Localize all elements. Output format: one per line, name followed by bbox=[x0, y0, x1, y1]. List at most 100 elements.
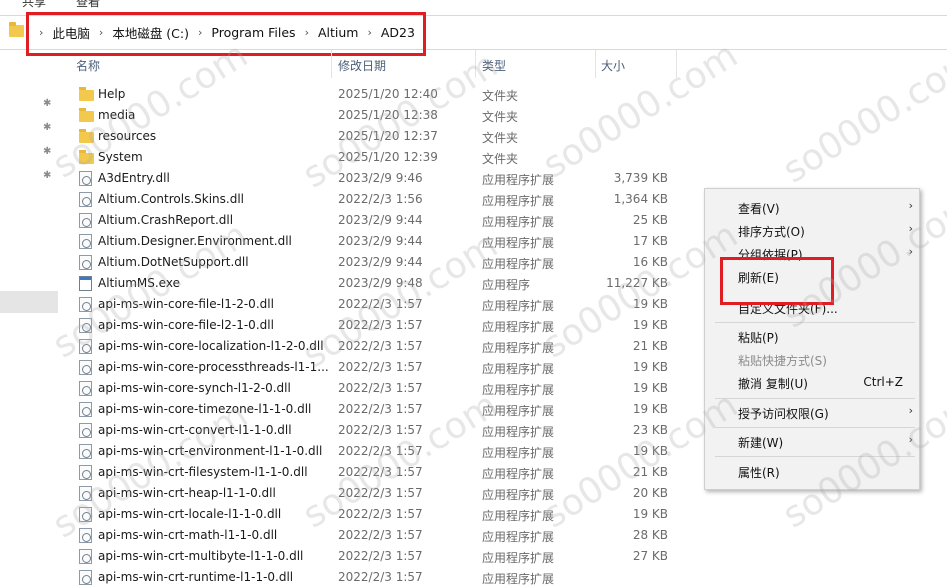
list-item[interactable]: api-ms-win-crt-filesystem-l1-1-0.dll 2022… bbox=[0, 462, 700, 483]
file-type: 应用程序扩展 bbox=[482, 194, 555, 208]
list-item[interactable]: api-ms-win-core-synch-l1-2-0.dll 2022/2/3… bbox=[0, 378, 700, 399]
menu-item-undo-copy[interactable]: 撤消 复制(U) bbox=[738, 375, 808, 392]
tab-view[interactable]: 查看 bbox=[76, 0, 100, 10]
file-name[interactable]: api-ms-win-crt-filesystem-l1-1-0.dll bbox=[98, 465, 308, 479]
file-date: 2022/2/3 1:57 bbox=[338, 297, 423, 311]
file-name[interactable]: api-ms-win-crt-multibyte-l1-1-0.dll bbox=[98, 549, 303, 563]
list-item[interactable]: Altium.DotNetSupport.dll 2023/2/9 9:44 应用程… bbox=[0, 252, 700, 273]
folder-icon bbox=[79, 150, 94, 164]
menu-item-properties[interactable]: 属性(R) bbox=[738, 464, 780, 481]
file-date: 2022/2/3 1:57 bbox=[338, 486, 423, 500]
tab-share[interactable]: 共享 bbox=[22, 0, 46, 10]
menu-item-give-access[interactable]: 授予访问权限(G) bbox=[738, 405, 829, 422]
menu-item-paste[interactable]: 粘贴(P) bbox=[738, 329, 779, 346]
menu-divider bbox=[715, 322, 915, 323]
list-item[interactable]: api-ms-win-core-localization-l1-2-0.dll 2… bbox=[0, 336, 700, 357]
file-name[interactable]: api-ms-win-crt-convert-l1-1-0.dll bbox=[98, 423, 292, 437]
list-item[interactable]: Altium.Designer.Environment.dll 2023/2/9 … bbox=[0, 231, 700, 252]
dll-file-icon bbox=[79, 465, 92, 480]
menu-divider bbox=[715, 456, 915, 457]
file-name[interactable]: api-ms-win-crt-heap-l1-1-0.dll bbox=[98, 486, 276, 500]
column-header-size[interactable]: 大小 bbox=[601, 57, 625, 74]
file-name[interactable]: AltiumMS.exe bbox=[98, 276, 180, 290]
dll-file-icon bbox=[79, 507, 92, 522]
file-name[interactable]: api-ms-win-crt-environment-l1-1-0.dll bbox=[98, 444, 322, 458]
file-size: 19 KB bbox=[632, 402, 668, 416]
menu-item-view[interactable]: 查看(V) bbox=[738, 200, 780, 217]
file-name[interactable]: Altium.Designer.Environment.dll bbox=[98, 234, 292, 248]
file-date: 2023/2/9 9:44 bbox=[338, 234, 423, 248]
list-item[interactable]: Help 2025/1/20 12:40 文件夹 bbox=[0, 84, 700, 105]
column-header-date[interactable]: 修改日期 bbox=[338, 57, 386, 74]
file-name[interactable]: A3dEntry.dll bbox=[98, 171, 170, 185]
list-item[interactable]: media 2025/1/20 12:38 文件夹 bbox=[0, 105, 700, 126]
file-name[interactable]: api-ms-win-core-file-l2-1-0.dll bbox=[98, 318, 274, 332]
dll-file-icon bbox=[79, 192, 92, 207]
column-divider[interactable] bbox=[475, 50, 476, 78]
file-size: 25 KB bbox=[632, 213, 668, 227]
file-name[interactable]: api-ms-win-core-processthreads-l1-1... bbox=[98, 360, 329, 374]
list-item[interactable]: AltiumMS.exe 2023/2/9 9:48 应用程序 11,227 KB bbox=[0, 273, 700, 294]
watermark: so0000.com bbox=[775, 39, 947, 192]
file-name[interactable]: api-ms-win-core-synch-l1-2-0.dll bbox=[98, 381, 291, 395]
file-size: 27 KB bbox=[632, 549, 668, 563]
file-name[interactable]: Help bbox=[98, 87, 125, 101]
column-divider[interactable] bbox=[595, 50, 596, 78]
column-header-type[interactable]: 类型 bbox=[482, 57, 506, 74]
list-item[interactable]: resources 2025/1/20 12:37 文件夹 bbox=[0, 126, 700, 147]
list-item[interactable]: api-ms-win-crt-math-l1-1-0.dll 2022/2/3 1… bbox=[0, 525, 700, 546]
column-divider[interactable] bbox=[676, 50, 677, 78]
file-size: 3,739 KB bbox=[613, 171, 668, 185]
dll-file-icon bbox=[79, 444, 92, 459]
file-type: 应用程序扩展 bbox=[482, 509, 555, 523]
list-item[interactable]: api-ms-win-crt-convert-l1-1-0.dll 2022/2/… bbox=[0, 420, 700, 441]
file-type: 文件夹 bbox=[482, 89, 519, 103]
file-date: 2025/1/20 12:40 bbox=[338, 87, 438, 101]
file-size: 20 KB bbox=[632, 486, 668, 500]
menu-item-sort-by[interactable]: 排序方式(O) bbox=[738, 223, 805, 240]
file-date: 2022/2/3 1:57 bbox=[338, 339, 423, 353]
dll-file-icon bbox=[79, 255, 92, 270]
file-type: 应用程序扩展 bbox=[482, 425, 555, 439]
file-name[interactable]: resources bbox=[98, 129, 156, 143]
file-date: 2022/2/3 1:57 bbox=[338, 570, 423, 584]
list-item[interactable]: Altium.Controls.Skins.dll 2022/2/3 1:56 应用… bbox=[0, 189, 700, 210]
list-item[interactable]: Altium.CrashReport.dll 2023/2/9 9:44 应用程序扩… bbox=[0, 210, 700, 231]
file-name[interactable]: api-ms-win-crt-runtime-l1-1-0.dll bbox=[98, 570, 293, 584]
file-size: 1,364 KB bbox=[613, 192, 668, 206]
menu-item-new[interactable]: 新建(W) bbox=[738, 434, 783, 451]
file-type: 应用程序扩展 bbox=[482, 383, 555, 397]
file-name[interactable]: Altium.Controls.Skins.dll bbox=[98, 192, 244, 206]
file-size: 17 KB bbox=[632, 234, 668, 248]
file-date: 2023/2/9 9:48 bbox=[338, 276, 423, 290]
file-name[interactable]: Altium.DotNetSupport.dll bbox=[98, 255, 249, 269]
file-date: 2023/2/9 9:46 bbox=[338, 171, 423, 185]
column-divider[interactable] bbox=[331, 50, 332, 78]
file-name[interactable]: System bbox=[98, 150, 143, 164]
dll-file-icon bbox=[79, 297, 92, 312]
file-name[interactable]: api-ms-win-core-timezone-l1-1-0.dll bbox=[98, 402, 311, 416]
list-item[interactable]: api-ms-win-crt-environment-l1-1-0.dll 202… bbox=[0, 441, 700, 462]
file-type: 应用程序扩展 bbox=[482, 320, 555, 334]
file-size: 11,227 KB bbox=[606, 276, 668, 290]
list-item[interactable]: api-ms-win-core-timezone-l1-1-0.dll 2022/… bbox=[0, 399, 700, 420]
file-date: 2022/2/3 1:57 bbox=[338, 381, 423, 395]
file-date: 2022/2/3 1:57 bbox=[338, 549, 423, 563]
list-item[interactable]: api-ms-win-core-processthreads-l1-1... 20… bbox=[0, 357, 700, 378]
list-item[interactable]: api-ms-win-core-file-l1-2-0.dll 2022/2/3 … bbox=[0, 294, 700, 315]
file-name[interactable]: api-ms-win-core-localization-l1-2-0.dll bbox=[98, 339, 324, 353]
list-item[interactable]: api-ms-win-crt-locale-l1-1-0.dll 2022/2/3… bbox=[0, 504, 700, 525]
file-name[interactable]: media bbox=[98, 108, 135, 122]
list-item[interactable]: A3dEntry.dll 2023/2/9 9:46 应用程序扩展 3,739 KB bbox=[0, 168, 700, 189]
file-name[interactable]: Altium.CrashReport.dll bbox=[98, 213, 233, 227]
column-header-name[interactable]: 名称 bbox=[76, 57, 100, 74]
list-item[interactable]: api-ms-win-crt-heap-l1-1-0.dll 2022/2/3 1… bbox=[0, 483, 700, 504]
file-name[interactable]: api-ms-win-core-file-l1-2-0.dll bbox=[98, 297, 274, 311]
list-item[interactable]: System 2025/1/20 12:39 文件夹 bbox=[0, 147, 700, 168]
list-item[interactable]: api-ms-win-crt-multibyte-l1-1-0.dll 2022/… bbox=[0, 546, 700, 567]
file-name[interactable]: api-ms-win-crt-locale-l1-1-0.dll bbox=[98, 507, 281, 521]
file-type: 文件夹 bbox=[482, 131, 519, 145]
file-name[interactable]: api-ms-win-crt-math-l1-1-0.dll bbox=[98, 528, 277, 542]
list-item[interactable]: api-ms-win-core-file-l2-1-0.dll 2022/2/3 … bbox=[0, 315, 700, 336]
file-date: 2022/2/3 1:57 bbox=[338, 444, 423, 458]
